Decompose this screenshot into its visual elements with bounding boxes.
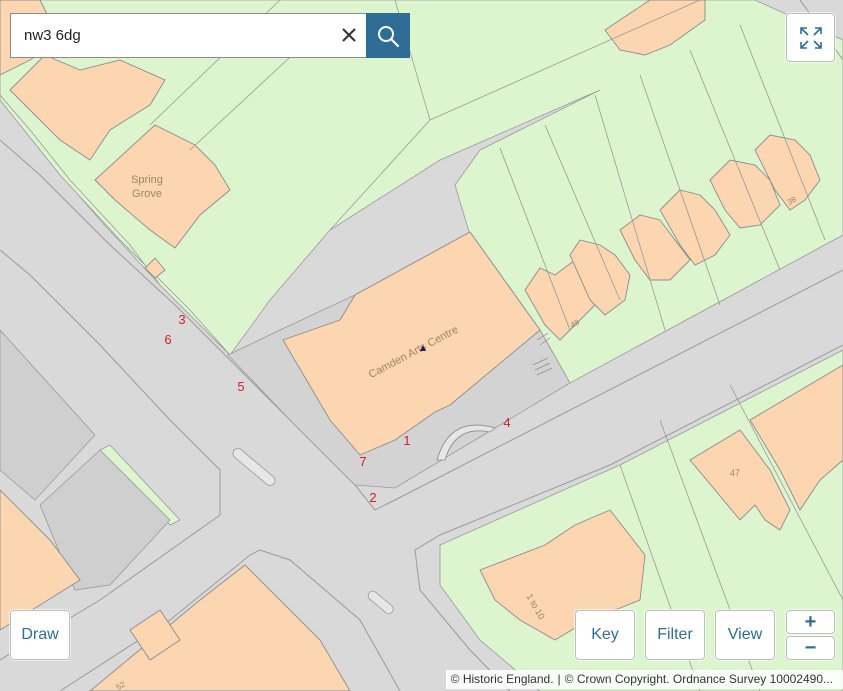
site-number-5[interactable]: 5 (237, 379, 244, 394)
attribution-crown-copyright[interactable]: © Crown Copyright. Ordnance Survey 10002… (565, 672, 833, 686)
site-number-7[interactable]: 7 (359, 454, 366, 469)
site-number-4[interactable]: 4 (503, 415, 510, 430)
site-number-3[interactable]: 3 (178, 312, 185, 327)
map-attribution: © Historic England. | © Crown Copyright. O… (445, 670, 843, 689)
label-spring-grove-2: Grove (132, 188, 162, 200)
fullscreen-button[interactable] (786, 13, 835, 62)
clear-search-button[interactable] (338, 24, 360, 46)
close-icon (342, 28, 356, 42)
zoom-out-button[interactable]: − (786, 636, 835, 660)
key-button[interactable]: Key (575, 610, 635, 660)
site-number-6[interactable]: 6 (164, 332, 171, 347)
search-button[interactable] (366, 13, 410, 58)
attribution-historic-england[interactable]: © Historic England. (451, 672, 554, 686)
search-box (10, 13, 366, 58)
search-icon (378, 25, 400, 47)
site-number-2[interactable]: 2 (369, 490, 376, 505)
attribution-separator: | (557, 672, 561, 686)
zoom-in-button[interactable]: + (786, 610, 835, 634)
view-button[interactable]: View (715, 610, 775, 660)
label-47: 47 (730, 468, 740, 478)
site-number-1[interactable]: 1 (403, 433, 410, 448)
filter-button[interactable]: Filter (645, 610, 705, 660)
label-spring-grove-1: Spring (131, 174, 163, 186)
search-input[interactable] (11, 14, 331, 57)
expand-icon (799, 26, 822, 49)
map-canvas[interactable]: Spring Grove Camden Arts Centre 48 38 47… (0, 0, 843, 691)
draw-button[interactable]: Draw (10, 610, 70, 660)
